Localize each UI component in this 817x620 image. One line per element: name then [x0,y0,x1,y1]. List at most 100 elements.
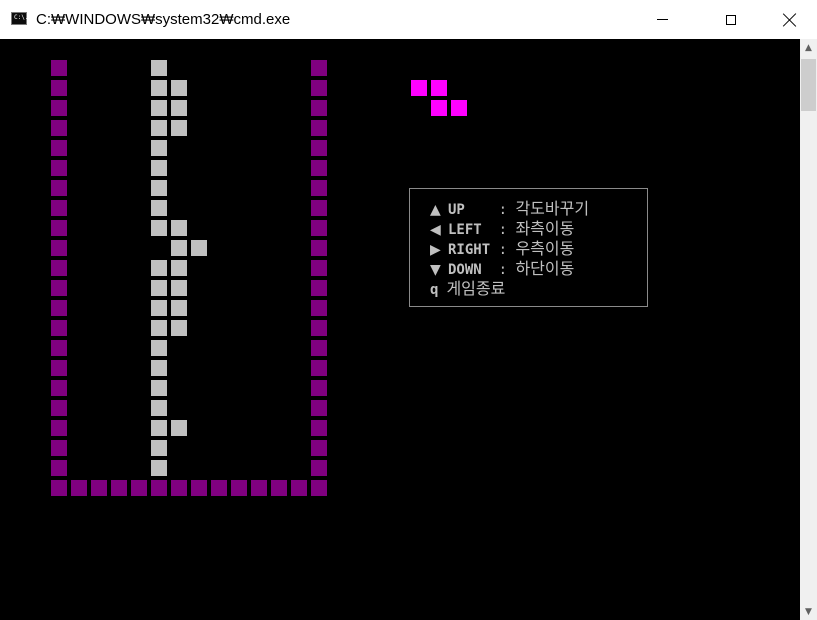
help-line-up: ▲ UP : 각도바꾸기 [430,199,589,219]
help-separator: : [490,222,516,238]
down-triangle-icon: ▼ [430,262,441,278]
locked-block [171,80,187,96]
wall-block [111,480,127,496]
locked-block [151,320,167,336]
wall-block [251,480,267,496]
falling-block [451,100,467,116]
locked-block [171,120,187,136]
console-area[interactable]: ▲ UP : 각도바꾸기 ◀ LEFT : 좌측이동 ▶ RIGHT : 우측이동 ▼… [0,39,800,620]
help-desc-right: 우측이동 [515,239,575,258]
locked-block [151,380,167,396]
wall-block [311,400,327,416]
locked-block [151,360,167,376]
wall-block [311,420,327,436]
close-icon [783,13,797,27]
wall-block [291,480,307,496]
help-key-right: RIGHT [448,242,491,258]
wall-block [311,260,327,276]
locked-block [151,60,167,76]
minimize-icon [656,19,668,20]
left-triangle-icon: ◀ [430,222,441,238]
locked-block [171,240,187,256]
help-desc-up: 각도바꾸기 [515,199,590,218]
scroll-thumb[interactable] [801,59,816,111]
wall-block [51,300,67,316]
locked-block [171,280,187,296]
help-key-down: DOWN [448,262,491,278]
wall-block [51,220,67,236]
help-separator: : [490,262,516,278]
locked-block [151,460,167,476]
close-button[interactable] [763,0,817,39]
locked-block [151,300,167,316]
wall-block [311,160,327,176]
locked-block [151,180,167,196]
locked-block [151,100,167,116]
wall-block [311,180,327,196]
locked-block [171,100,187,116]
locked-block [151,420,167,436]
help-line-quit: q 게임종료 [430,279,505,299]
locked-block [151,260,167,276]
help-desc-down: 하단이동 [515,259,575,278]
window-title: C:₩WINDOWS₩system32₩cmd.exe [36,11,291,28]
wall-block [311,440,327,456]
locked-block [151,140,167,156]
minimize-button[interactable] [639,0,685,39]
wall-block [311,100,327,116]
wall-block [311,200,327,216]
wall-block [71,480,87,496]
wall-block [51,420,67,436]
wall-block [311,300,327,316]
help-separator: : [490,202,516,218]
wall-block [311,280,327,296]
title-bar[interactable]: C:\. C:₩WINDOWS₩system32₩cmd.exe [0,0,817,39]
locked-block [191,240,207,256]
locked-block [151,200,167,216]
locked-block [151,80,167,96]
wall-block [51,460,67,476]
locked-block [171,420,187,436]
wall-block [311,320,327,336]
wall-block [51,200,67,216]
wall-block [91,480,107,496]
maximize-button[interactable] [708,0,754,39]
locked-block [151,160,167,176]
wall-block [151,480,167,496]
help-desc-quit: 게임종료 [446,279,506,298]
locked-block [171,300,187,316]
scroll-down-arrow-icon[interactable]: ▼ [800,603,817,620]
wall-block [51,440,67,456]
scroll-up-arrow-icon[interactable]: ▲ [800,39,817,56]
help-key-left: LEFT [448,222,491,238]
wall-block [311,460,327,476]
help-separator: : [490,242,516,258]
wall-block [51,280,67,296]
locked-block [151,400,167,416]
wall-block [231,480,247,496]
maximize-icon [726,14,736,25]
vertical-scrollbar[interactable]: ▲ ▼ [800,39,817,620]
wall-block [51,180,67,196]
locked-block [151,340,167,356]
help-key-up: UP [448,202,491,218]
wall-block [311,380,327,396]
cmd-icon-label: C:\. [14,14,29,21]
help-line-down: ▼ DOWN : 하단이동 [430,259,574,279]
wall-block [51,480,67,496]
falling-block [431,100,447,116]
wall-block [311,220,327,236]
wall-block [51,360,67,376]
right-triangle-icon: ▶ [430,242,441,258]
wall-block [311,360,327,376]
wall-block [311,120,327,136]
locked-block [151,280,167,296]
locked-block [171,220,187,236]
falling-block [411,80,427,96]
wall-block [51,260,67,276]
wall-block [131,480,147,496]
wall-block [311,340,327,356]
wall-block [51,60,67,76]
wall-block [311,80,327,96]
cmd-icon[interactable]: C:\. [11,12,29,25]
